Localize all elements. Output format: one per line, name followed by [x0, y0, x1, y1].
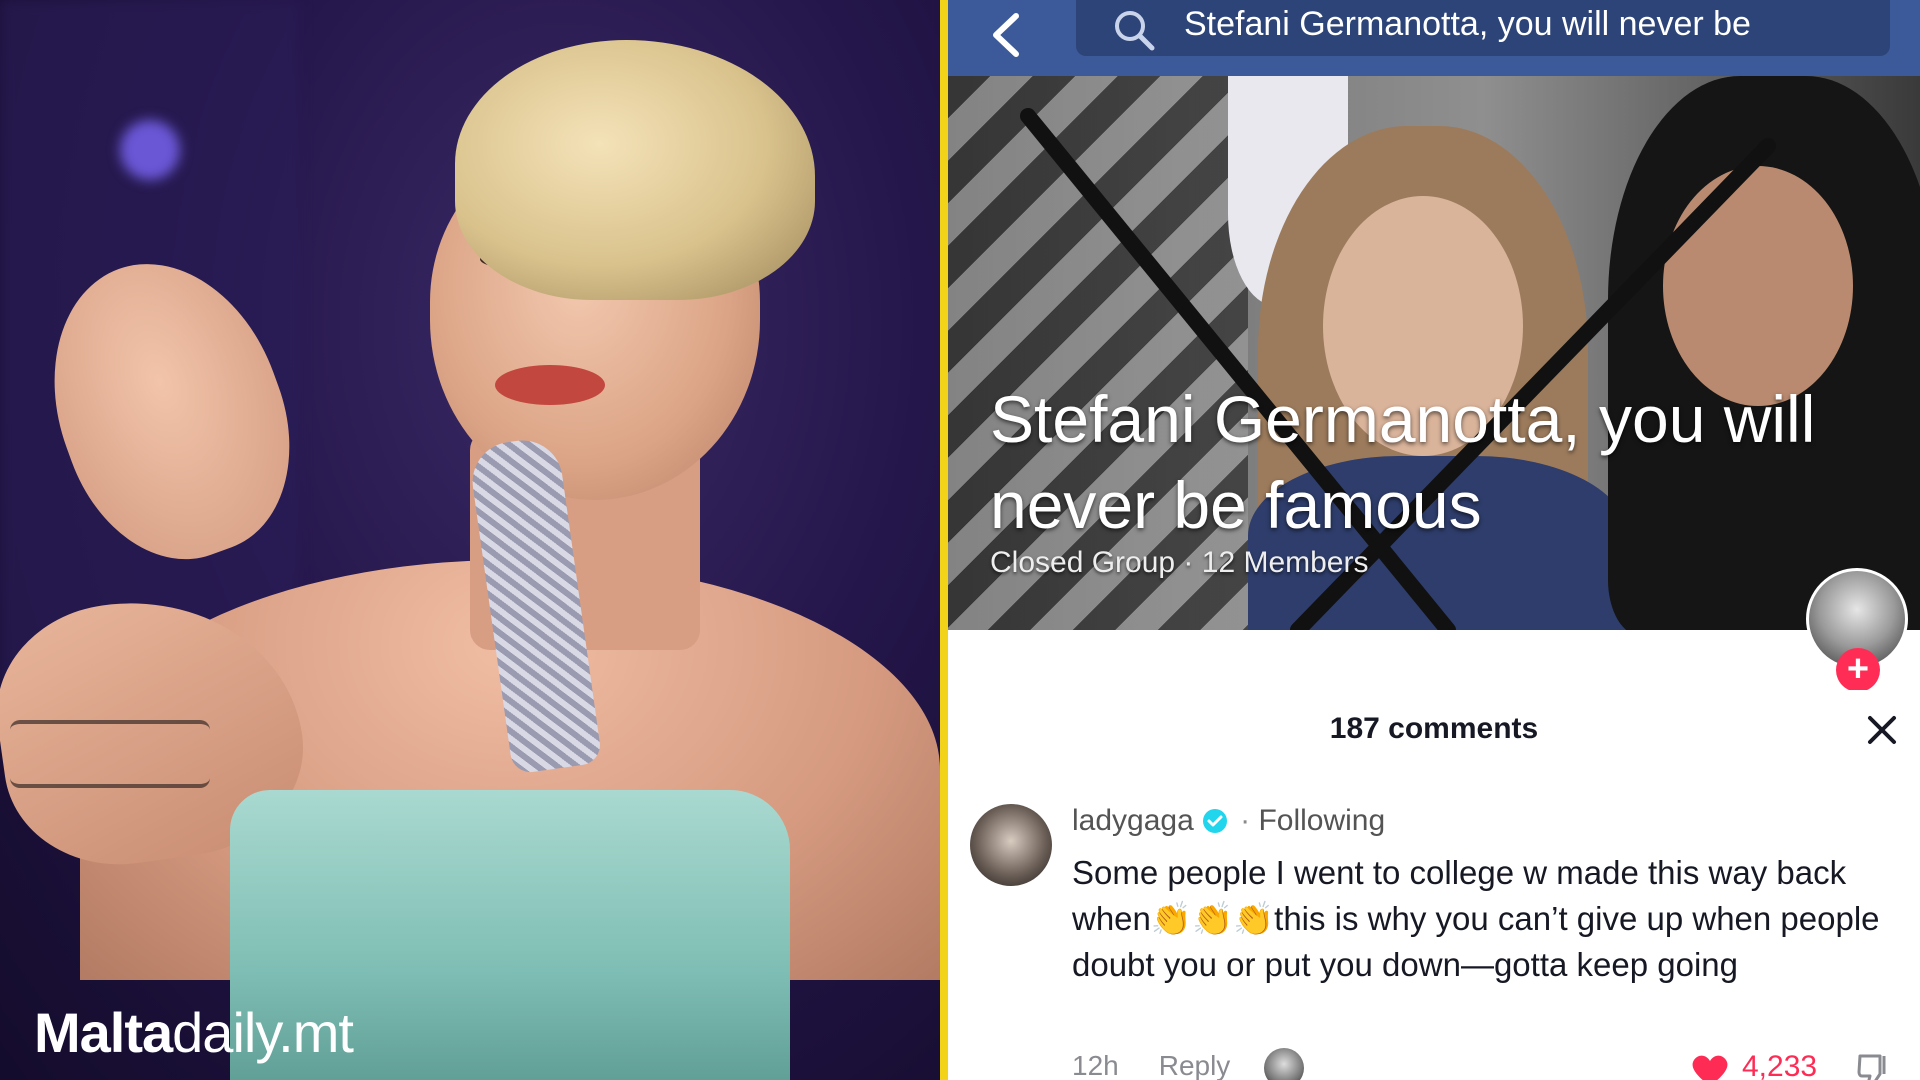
logo-light: daily.mt — [172, 1001, 354, 1064]
trumpet-tattoo — [10, 720, 210, 788]
right-screenshot-panel: Stefani Germanotta, you will never be St… — [948, 0, 1920, 1080]
stage-light — [120, 120, 180, 180]
group-meta: Closed Group · 12 Members — [990, 546, 1369, 579]
separator-dot: · — [1231, 804, 1259, 837]
verified-badge-icon — [1202, 809, 1227, 833]
yellow-divider — [940, 0, 948, 1080]
logo-bold: Malta — [34, 1001, 173, 1064]
close-icon[interactable] — [1862, 710, 1902, 750]
comment-header: ladygaga · Following — [1072, 804, 1385, 838]
comment-avatar[interactable] — [970, 804, 1052, 886]
search-bar: Stefani Germanotta, you will never be — [948, 0, 1920, 76]
comment-footer: 12h Reply — [1072, 1050, 1270, 1080]
dislike-icon[interactable] — [1854, 1050, 1894, 1080]
maltadaily-logo: Maltadaily.mt — [34, 1000, 354, 1065]
search-icon — [1115, 11, 1155, 51]
heart-icon[interactable] — [1690, 1052, 1730, 1080]
group-cover-photo: Stefani Germanotta, you will never be fa… — [948, 76, 1920, 630]
group-title: Stefani Germanotta, you will never be fa… — [990, 382, 1816, 542]
search-query: Stefani Germanotta, you will never be — [1184, 5, 1751, 43]
lips — [495, 365, 605, 405]
blonde-hair — [455, 40, 815, 300]
following-label: Following — [1258, 804, 1386, 837]
search-input[interactable]: Stefani Germanotta, you will never be — [1076, 0, 1890, 56]
comment-text: Some people I went to college w made thi… — [1072, 854, 1880, 983]
left-photo-panel: Maltadaily.mt — [0, 0, 940, 1080]
comment-time: 12h — [1072, 1050, 1119, 1080]
creator-liked-avatar — [1264, 1048, 1304, 1080]
comments-count: 187 comments — [1329, 712, 1539, 745]
follow-plus-button[interactable]: + — [1836, 648, 1880, 692]
reply-button[interactable]: Reply — [1159, 1050, 1231, 1080]
comment-username[interactable]: ladygaga — [1072, 804, 1194, 837]
back-arrow-icon[interactable] — [986, 12, 1026, 58]
like-count: 4,233 — [1742, 1050, 1818, 1080]
